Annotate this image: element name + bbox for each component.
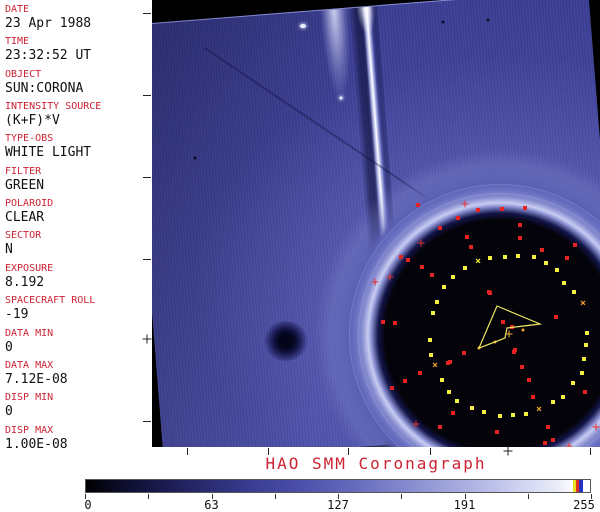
field-label: DATA MIN [5, 327, 54, 339]
field-value: GREEN [5, 177, 45, 193]
field-value: N [5, 242, 13, 258]
intensity-colorbar [85, 479, 591, 493]
metadata-sidebar: DATE 23 Apr 1988 TIME 23:32:52 UT OBJECT SUN:… [0, 0, 152, 452]
left-tick [143, 259, 151, 260]
field-data-min: DATA MIN 0 [5, 328, 53, 355]
colorbar-label: 0 [84, 498, 92, 512]
colorbar-label: 255 [573, 498, 595, 512]
field-disp-min: DISP MIN 0 [5, 392, 53, 419]
field-spacecraft-roll: SPACECRAFT ROLL -19 [5, 295, 95, 322]
left-tick [143, 421, 151, 422]
field-disp-max: DISP MAX 1.00E-08 [5, 425, 68, 452]
colorbar-tick [148, 494, 150, 499]
field-value: SUN:CORONA [5, 80, 84, 96]
colorbar-tick [527, 494, 529, 499]
field-label: INTENSITY SOURCE [5, 101, 102, 113]
field-object: OBJECT SUN:CORONA [5, 69, 83, 96]
field-value: (K+F)*V [5, 113, 60, 129]
coronagraph-image: × × × × [152, 0, 600, 447]
field-value: 0 [5, 339, 13, 355]
field-time: TIME 23:32:52 UT [5, 36, 91, 63]
field-sector: SECTOR N [5, 230, 41, 257]
field-value: 0 [5, 404, 13, 420]
field-label: OBJECT [5, 68, 42, 80]
field-polaroid: POLAROID CLEAR [5, 198, 53, 225]
field-value: 1.00E-08 [5, 436, 68, 452]
pointing-polygon [477, 305, 543, 350]
colorbar-tick [401, 494, 403, 499]
colorbar-end-stripe [578, 480, 583, 492]
field-label: EXPOSURE [5, 262, 54, 274]
field-label: TIME [5, 36, 30, 48]
field-data-max: DATA MAX 7.12E-08 [5, 360, 68, 387]
field-label: POLAROID [5, 198, 54, 210]
field-intensity-source: INTENSITY SOURCE (K+F)*V [5, 101, 101, 128]
left-tick [143, 95, 151, 96]
field-type-obs: TYPE-OBS WHITE LIGHT [5, 133, 91, 160]
left-tick [143, 13, 151, 14]
colorbar-tick [274, 494, 276, 499]
field-label: DISP MIN [5, 392, 54, 404]
smm-coronagraph-viewer: { "sidebar": { "fields": [ {"label":"DAT… [0, 0, 600, 512]
field-label: FILTER [5, 165, 42, 177]
colorbar-label: 191 [453, 498, 476, 512]
field-value: 23:32:52 UT [5, 48, 92, 64]
field-value: 7.12E-08 [5, 371, 68, 387]
field-label: TYPE-OBS [5, 133, 54, 145]
field-value: -19 [5, 307, 29, 323]
field-date: DATE 23 Apr 1988 [5, 4, 91, 31]
field-value: CLEAR [5, 210, 45, 226]
field-label: SPACECRAFT ROLL [5, 295, 96, 307]
field-value: 23 Apr 1988 [5, 16, 92, 31]
field-label: SECTOR [5, 230, 42, 242]
field-value: WHITE LIGHT [5, 145, 92, 161]
colorbar-label: 63 [204, 498, 219, 512]
left-tick [143, 177, 151, 178]
colorbar-label: 127 [327, 498, 349, 512]
left-axis-plus [142, 334, 152, 344]
field-filter: FILTER GREEN [5, 166, 44, 193]
field-value: 8.192 [5, 274, 45, 290]
pointing-polygon-overlay [477, 305, 543, 350]
field-label: DISP MAX [5, 424, 54, 436]
field-label: DATA MAX [5, 359, 54, 371]
field-label: DATE [5, 4, 30, 15]
image-title: HAO SMM Coronagraph [265, 454, 487, 473]
field-exposure: EXPOSURE 8.192 [5, 263, 53, 290]
